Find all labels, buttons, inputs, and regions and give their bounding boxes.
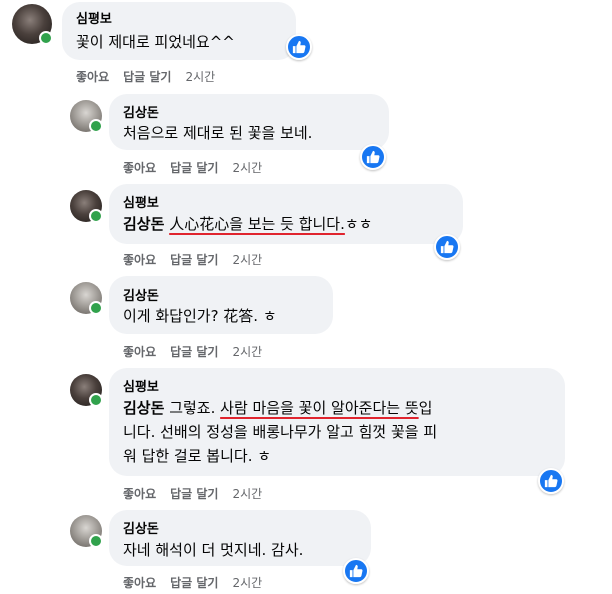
comment-text: 처음으로 제대로 된 꽃을 보네.: [123, 124, 313, 142]
like-reaction[interactable]: [434, 234, 460, 260]
comment-actions: 좋아요 답글 달기 2시간: [123, 343, 276, 360]
avatar[interactable]: [70, 515, 103, 548]
comment-author[interactable]: 김상돈: [123, 102, 159, 121]
underlined-text: 사람 마음을 꽃이 알아준다는 뜻: [220, 399, 419, 417]
avatar[interactable]: [70, 282, 103, 315]
thumbs-up-icon: [349, 564, 363, 578]
reply-link[interactable]: 답글 달기: [170, 161, 218, 175]
online-dot-icon: [89, 119, 103, 133]
comment-line1-end: 입: [418, 399, 433, 417]
like-link[interactable]: 좋아요: [123, 161, 156, 175]
timestamp[interactable]: 2시간: [232, 253, 262, 267]
comment-author[interactable]: 심평보: [123, 192, 159, 211]
reply-link[interactable]: 답글 달기: [170, 345, 218, 359]
comment-author[interactable]: 김상돈: [123, 518, 159, 537]
online-dot-icon: [89, 301, 103, 315]
comment-author[interactable]: 김상돈: [123, 285, 159, 304]
comment-text: 꽃이 제대로 피었네요^^: [76, 33, 235, 51]
reply-link[interactable]: 답글 달기: [170, 487, 218, 501]
reply-link[interactable]: 답글 달기: [123, 70, 171, 84]
timestamp[interactable]: 2시간: [232, 487, 262, 501]
comment-actions: 좋아요 답글 달기 2시간: [123, 251, 276, 268]
comment-line2: 니다. 선배의 정성을 배롱나무가 알고 힘껏 꽃을 피: [123, 423, 438, 441]
avatar[interactable]: [70, 190, 103, 223]
thumbs-up-icon: [366, 150, 380, 164]
like-link[interactable]: 좋아요: [123, 576, 156, 590]
avatar[interactable]: [70, 374, 103, 407]
online-dot-icon: [89, 534, 103, 548]
reply-link[interactable]: 답글 달기: [170, 576, 218, 590]
like-link[interactable]: 좋아요: [76, 70, 109, 84]
avatar[interactable]: [12, 4, 53, 45]
like-link[interactable]: 좋아요: [123, 345, 156, 359]
like-reaction[interactable]: [538, 468, 564, 494]
timestamp[interactable]: 2시간: [232, 576, 262, 590]
comment-tail: ㅎㅎ: [344, 215, 373, 233]
comment-text: 이게 화답인가? 花答. ㅎ: [123, 307, 277, 325]
avatar[interactable]: [70, 100, 103, 133]
reply-link[interactable]: 답글 달기: [170, 253, 218, 267]
like-reaction[interactable]: [360, 144, 386, 170]
thumbs-up-icon: [292, 40, 306, 54]
underlined-text: 人心花心을 보는 듯 합니다.: [169, 215, 345, 233]
comment-actions: 좋아요 답글 달기 2시간: [76, 68, 229, 85]
mention-link[interactable]: 김상돈: [123, 399, 164, 417]
comment-author[interactable]: 심평보: [123, 376, 159, 395]
like-link[interactable]: 좋아요: [123, 487, 156, 501]
comment-actions: 좋아요 답글 달기 2시간: [123, 159, 276, 176]
thumbs-up-icon: [544, 474, 558, 488]
online-dot-icon: [89, 209, 103, 223]
timestamp[interactable]: 2시간: [232, 161, 262, 175]
timestamp[interactable]: 2시간: [232, 345, 262, 359]
comment-text: 김상돈 人心花心을 보는 듯 합니다.ㅎㅎ: [123, 212, 372, 236]
comment-author[interactable]: 심평보: [76, 8, 112, 27]
timestamp[interactable]: 2시간: [185, 70, 215, 84]
online-dot-icon: [89, 393, 103, 407]
like-reaction[interactable]: [343, 558, 369, 584]
comment-text: 자네 해석이 더 멋지네. 감사.: [123, 541, 304, 559]
online-dot-icon: [39, 31, 53, 45]
comment-actions: 좋아요 답글 달기 2시간: [123, 574, 276, 591]
thumbs-up-icon: [440, 240, 454, 254]
like-link[interactable]: 좋아요: [123, 253, 156, 267]
comment-actions: 좋아요 답글 달기 2시간: [123, 485, 276, 502]
comment-pre: 그렇죠.: [169, 399, 216, 417]
mention-link[interactable]: 김상돈: [123, 215, 164, 233]
comment-line3: 워 답한 걸로 봅니다. ㅎ: [123, 447, 272, 465]
comment-text: 김상돈 그렇죠. 사람 마음을 꽃이 알아준다는 뜻입 니다. 선배의 정성을 …: [123, 396, 555, 468]
like-reaction[interactable]: [286, 34, 312, 60]
